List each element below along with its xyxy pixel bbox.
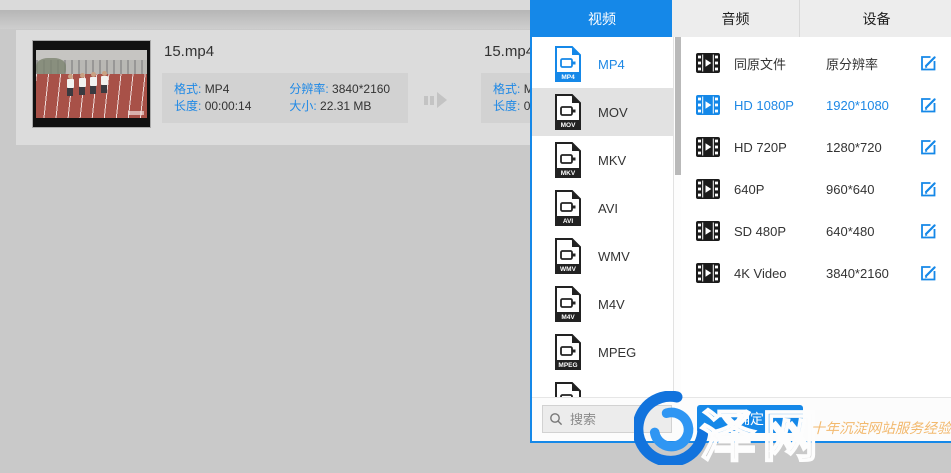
- edit-icon[interactable]: [918, 179, 938, 199]
- film-icon: [696, 95, 720, 115]
- search-input[interactable]: [568, 411, 662, 428]
- thumbnail-person: [100, 71, 108, 93]
- mov-file-icon: MOV: [553, 93, 583, 131]
- mkv-file-icon: MKV: [553, 141, 583, 179]
- edit-icon[interactable]: [918, 221, 938, 241]
- resolution-label: 分辨率:: [289, 82, 328, 96]
- svg-text:MKV: MKV: [561, 170, 576, 177]
- mp4-file-icon: MP4: [553, 45, 583, 83]
- format-item-mp4[interactable]: MP4 MP4: [532, 40, 673, 88]
- transfer-arrow-icon: [424, 92, 447, 108]
- quality-name: SD 480P: [734, 224, 826, 239]
- thumbnail-watermark: [128, 111, 144, 115]
- format-item-mov[interactable]: MOV MOV: [532, 88, 673, 136]
- avi-file-icon: AVI: [553, 189, 583, 227]
- quality-name: 640P: [734, 182, 826, 197]
- quality-resolution: 3840*2160: [826, 266, 918, 281]
- m4v-file-icon: M4V: [553, 285, 583, 323]
- format-item-label: WMV: [598, 249, 630, 264]
- film-icon: [696, 179, 720, 199]
- quality-item-480p[interactable]: SD 480P 640*480: [681, 210, 951, 252]
- quality-name: 同原文件: [734, 54, 826, 73]
- quality-item-640p[interactable]: 640P 960*640: [681, 168, 951, 210]
- duration-label: 长度:: [174, 99, 201, 113]
- format-item-wmv[interactable]: WMV WMV: [532, 232, 673, 280]
- film-icon: [696, 53, 720, 73]
- file-info-row: 格式: MP4 分辨率: 3840*2160: [174, 81, 398, 98]
- edit-icon[interactable]: [918, 137, 938, 157]
- format-value: MP4: [205, 82, 230, 96]
- quality-item-source[interactable]: 同原文件 原分辨率: [681, 42, 951, 84]
- size-label: 大小:: [289, 99, 316, 113]
- format-label: 格式:: [493, 82, 520, 96]
- file-info-box: 格式: MP4 分辨率: 3840*2160 长度: 00:00:14 大小: …: [162, 73, 408, 123]
- partial-file-icon: [553, 381, 583, 398]
- format-item-partial[interactable]: [532, 376, 673, 398]
- search-box[interactable]: [542, 405, 672, 433]
- output-format-popup: 视频 音频 设备 MP4 MP4 MOV MOV MKV MKV AVI AVI…: [530, 0, 951, 443]
- quality-name: HD 1080P: [734, 98, 826, 113]
- quality-item-4k[interactable]: 4K Video 3840*2160: [681, 252, 951, 294]
- svg-text:AVI: AVI: [563, 218, 574, 225]
- svg-text:MP4: MP4: [561, 74, 575, 81]
- tab-device[interactable]: 设备: [800, 0, 951, 37]
- search-icon: [549, 412, 563, 426]
- svg-text:M4V: M4V: [561, 314, 575, 321]
- quality-resolution: 1920*1080: [826, 98, 918, 113]
- quality-name: HD 720P: [734, 140, 826, 155]
- thumbnail-person: [78, 73, 86, 95]
- thumbnail-scene: [36, 50, 147, 118]
- duration-value: 00:00:14: [205, 99, 252, 113]
- popup-tabs: 视频 音频 设备: [532, 0, 951, 37]
- tab-audio[interactable]: 音频: [672, 0, 800, 37]
- quality-list: 同原文件 原分辨率 HD 1080P 1920*1080 HD 720P 128…: [681, 37, 951, 398]
- scrollbar-thumb[interactable]: [675, 37, 681, 175]
- film-icon: [696, 263, 720, 283]
- wmv-file-icon: WMV: [553, 237, 583, 275]
- format-item-m4v[interactable]: M4V M4V: [532, 280, 673, 328]
- output-file-title: 15.mp4: [484, 43, 534, 60]
- duration-label: 长度:: [493, 99, 520, 113]
- quality-resolution: 640*480: [826, 224, 918, 239]
- edit-icon[interactable]: [918, 263, 938, 283]
- format-list-scrollbar[interactable]: [673, 37, 681, 398]
- format-item-label: MP4: [598, 57, 625, 72]
- popup-bottom-bar: 确定: [532, 397, 951, 441]
- svg-text:MOV: MOV: [561, 122, 576, 129]
- svg-text:WMV: WMV: [560, 266, 577, 273]
- film-icon: [696, 221, 720, 241]
- format-item-label: MOV: [598, 105, 628, 120]
- thumbnail-person: [66, 74, 74, 96]
- format-item-label: M4V: [598, 297, 625, 312]
- thumbnail-person: [89, 72, 97, 94]
- mpeg-file-icon: MPEG: [553, 333, 583, 371]
- format-item-mpeg[interactable]: MPEG MPEG: [532, 328, 673, 376]
- quality-item-1080p[interactable]: HD 1080P 1920*1080: [681, 84, 951, 126]
- quality-name: 4K Video: [734, 266, 826, 281]
- format-list: MP4 MP4 MOV MOV MKV MKV AVI AVI WMV WMV …: [532, 37, 673, 398]
- format-item-label: MKV: [598, 153, 626, 168]
- confirm-button[interactable]: 确定: [697, 405, 803, 433]
- size-value: 22.31 MB: [320, 99, 371, 113]
- quality-item-720p[interactable]: HD 720P 1280*720: [681, 126, 951, 168]
- format-item-avi[interactable]: AVI AVI: [532, 184, 673, 232]
- file-info-row: 长度: 00:00:14 大小: 22.31 MB: [174, 98, 398, 115]
- film-icon: [696, 137, 720, 157]
- edit-icon[interactable]: [918, 95, 938, 115]
- quality-resolution: 960*640: [826, 182, 918, 197]
- file-title: 15.mp4: [164, 43, 214, 60]
- edit-icon[interactable]: [918, 53, 938, 73]
- format-label: 格式:: [174, 82, 201, 96]
- format-item-mkv[interactable]: MKV MKV: [532, 136, 673, 184]
- quality-resolution: 原分辨率: [826, 54, 918, 73]
- resolution-value: 3840*2160: [332, 82, 390, 96]
- format-item-label: MPEG: [598, 345, 636, 360]
- video-thumbnail: [32, 40, 151, 128]
- quality-resolution: 1280*720: [826, 140, 918, 155]
- svg-text:MPEG: MPEG: [558, 362, 577, 369]
- format-item-label: AVI: [598, 201, 618, 216]
- tab-video[interactable]: 视频: [532, 0, 672, 37]
